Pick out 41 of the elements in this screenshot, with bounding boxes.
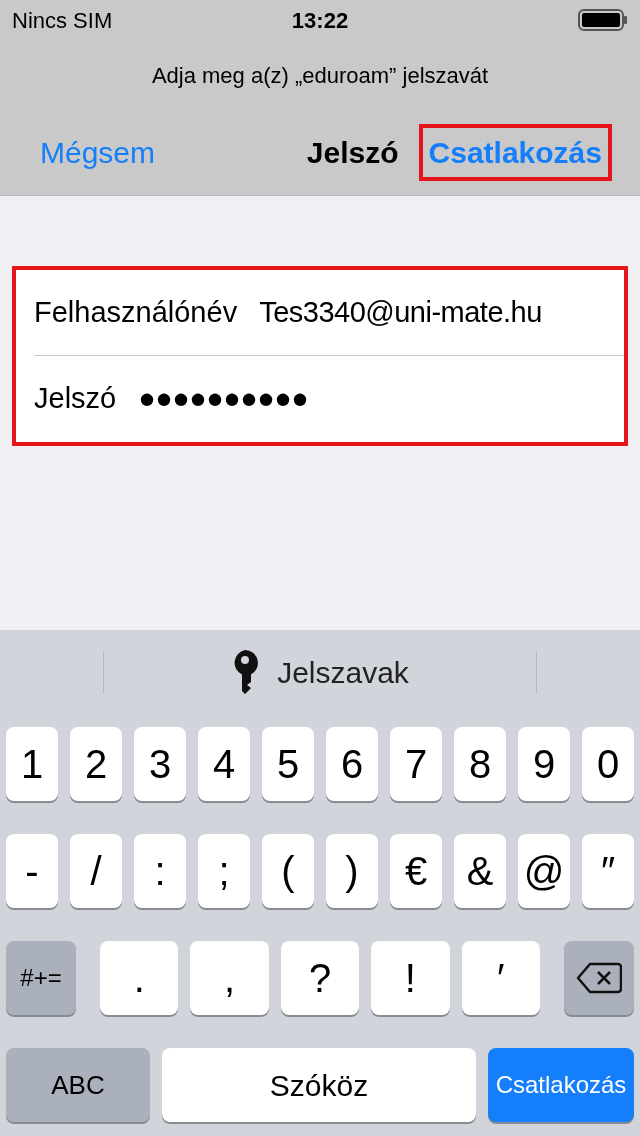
key[interactable]: 5 bbox=[262, 727, 314, 801]
passwords-suggestion[interactable]: Jelszavak bbox=[104, 649, 536, 696]
key[interactable]: 7 bbox=[390, 727, 442, 801]
status-time: 13:22 bbox=[291, 6, 349, 35]
key[interactable]: ; bbox=[198, 834, 250, 908]
key[interactable]: 9 bbox=[518, 727, 570, 801]
join-key[interactable]: Csatlakozás bbox=[488, 1048, 634, 1122]
key[interactable]: ( bbox=[262, 834, 314, 908]
key[interactable]: . bbox=[100, 941, 179, 1015]
key[interactable]: ! bbox=[371, 941, 450, 1015]
key[interactable]: & bbox=[454, 834, 506, 908]
key[interactable]: ? bbox=[280, 941, 360, 1015]
input-field[interactable]: ●●●●●●●●●● bbox=[138, 377, 309, 421]
backspace-icon bbox=[576, 962, 623, 994]
key[interactable]: 4 bbox=[198, 727, 250, 801]
prompt-text: Adja meg a(z) „eduroam” jelszavát bbox=[151, 61, 489, 90]
key[interactable]: € bbox=[390, 834, 442, 908]
space-key[interactable]: Szóköz bbox=[162, 1048, 476, 1122]
field-label: Jelszó bbox=[34, 381, 117, 417]
nav-title: Jelszó bbox=[306, 135, 399, 171]
carrier-label: Nincs SIM bbox=[12, 6, 113, 35]
key[interactable]: 6 bbox=[326, 727, 378, 801]
delete-key[interactable] bbox=[564, 941, 635, 1015]
battery-icon bbox=[578, 9, 628, 31]
key[interactable]: / bbox=[70, 834, 122, 908]
key[interactable]: 2 bbox=[70, 727, 122, 801]
key[interactable]: : bbox=[134, 834, 186, 908]
key[interactable]: - bbox=[6, 834, 58, 908]
key[interactable]: 0 bbox=[582, 727, 634, 801]
abc-key[interactable]: ABC bbox=[6, 1048, 150, 1122]
input-field[interactable]: Tes3340@uni-mate.hu bbox=[259, 290, 542, 335]
key[interactable]: 1 bbox=[6, 727, 58, 801]
key[interactable]: 8 bbox=[454, 727, 506, 801]
symbols-key[interactable]: #+= bbox=[6, 941, 76, 1015]
key[interactable]: ) bbox=[326, 834, 378, 908]
key[interactable]: ′ bbox=[461, 941, 541, 1015]
key[interactable]: ″ bbox=[582, 834, 634, 908]
key[interactable]: , bbox=[190, 941, 269, 1015]
key[interactable]: 3 bbox=[134, 727, 186, 801]
key[interactable]: @ bbox=[518, 834, 570, 908]
field-label: Felhasználónév bbox=[34, 294, 238, 330]
